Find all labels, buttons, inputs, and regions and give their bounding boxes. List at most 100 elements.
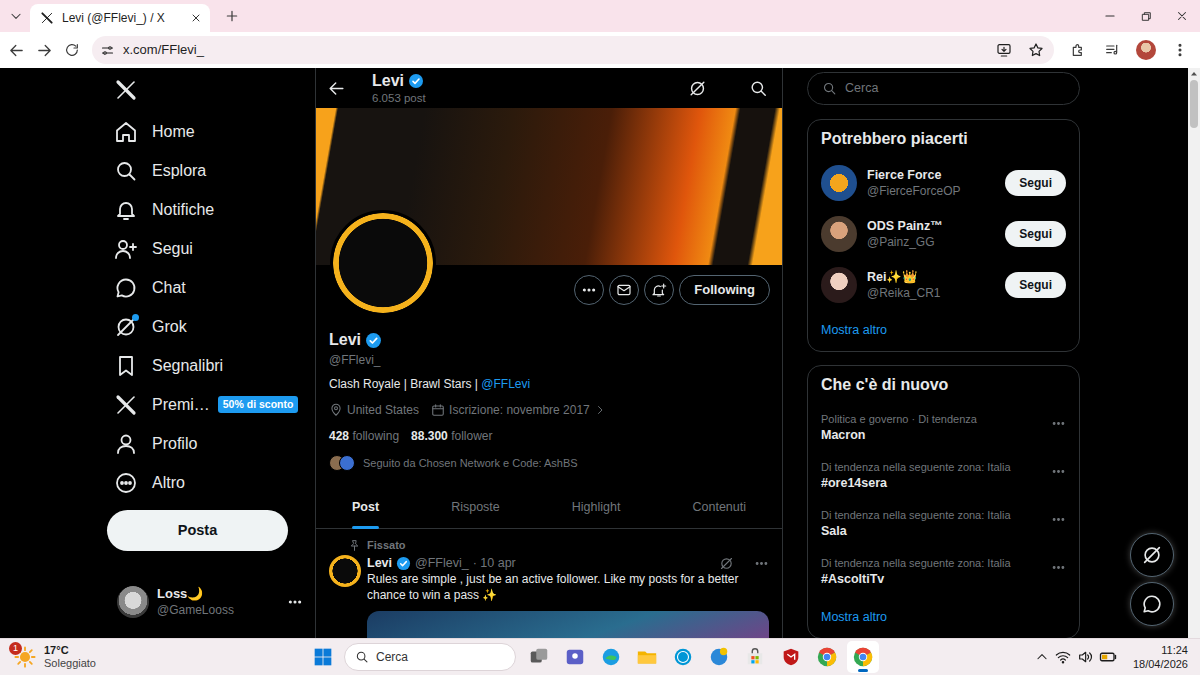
taskbar-search-input[interactable]	[376, 650, 505, 665]
taskbar-app[interactable]	[775, 641, 807, 673]
taskbar-app[interactable]	[667, 641, 699, 673]
extensions-icon[interactable]	[1064, 36, 1092, 64]
post-author[interactable]: Levi	[367, 555, 392, 571]
page-scrollbar[interactable]	[1188, 68, 1200, 638]
taskbar-app[interactable]	[559, 641, 591, 673]
nav-item[interactable]: Segui	[107, 229, 315, 268]
taskbar-app[interactable]	[595, 641, 627, 673]
user-name[interactable]: Rei✨👑	[867, 269, 995, 285]
more-dots-icon[interactable]	[1051, 464, 1066, 479]
forward-icon[interactable]	[30, 36, 58, 64]
back-arrow-icon[interactable]	[327, 79, 346, 98]
suggested-user[interactable]: Fierce Force@FierceForceOPSegui	[821, 157, 1066, 208]
more-dots-icon[interactable]	[754, 556, 769, 571]
nav-item[interactable]: Esplora	[107, 151, 315, 190]
nav-item[interactable]: Home	[107, 112, 315, 151]
grok-icon[interactable]	[1130, 533, 1174, 577]
more-dots-icon[interactable]	[1051, 512, 1066, 527]
search-box[interactable]	[807, 72, 1080, 105]
nav-item[interactable]: Altro	[107, 463, 315, 502]
browser-tab[interactable]: Levi (@FFlevi_) / X	[30, 4, 210, 32]
notify-bell-icon[interactable]	[644, 275, 674, 305]
taskbar-app[interactable]	[523, 641, 555, 673]
nav-item[interactable]: Profilo	[107, 424, 315, 463]
battery-icon[interactable]	[1099, 648, 1117, 666]
grok-icon[interactable]	[719, 556, 734, 571]
taskbar-app[interactable]	[631, 641, 663, 673]
follow-button[interactable]: Segui	[1005, 221, 1066, 247]
reload-icon[interactable]	[58, 36, 86, 64]
browser-menu-icon[interactable]	[1166, 36, 1194, 64]
profile-tab[interactable]: Post	[316, 486, 415, 529]
user-name[interactable]: ODS Painz™	[867, 218, 995, 234]
tab-search-icon[interactable]	[2, 2, 30, 30]
taskbar-app[interactable]	[739, 641, 771, 673]
taskbar-app[interactable]	[847, 641, 879, 673]
chat-bubble-icon[interactable]	[1130, 582, 1174, 626]
taskbar-app[interactable]	[811, 641, 843, 673]
nav-item[interactable]: Notifiche	[107, 190, 315, 229]
volume-icon[interactable]	[1077, 649, 1093, 665]
post-button[interactable]: Posta	[107, 510, 288, 551]
post-avatar[interactable]	[329, 555, 361, 587]
clock[interactable]: 11:24 18/04/2026	[1133, 643, 1188, 671]
minimize-icon[interactable]	[1092, 0, 1128, 32]
nav-item[interactable]: Premi…50% di sconto	[107, 385, 315, 424]
pinned-post[interactable]: Fissato Levi @FFlevi_ · 10 apr	[316, 529, 782, 638]
user-name[interactable]: Fierce Force	[867, 167, 995, 183]
restore-icon[interactable]	[1128, 0, 1164, 32]
site-info-icon[interactable]	[100, 43, 115, 58]
bio-link[interactable]: @FFLevi	[481, 377, 530, 391]
message-icon[interactable]	[609, 275, 639, 305]
bookmark-star-icon[interactable]	[1028, 42, 1044, 58]
show-more-link[interactable]: Mostra altro	[821, 600, 1066, 627]
followers-link[interactable]: 88.300 follower	[411, 428, 492, 444]
media-control-icon[interactable]	[1098, 36, 1126, 64]
suggested-user[interactable]: Rei✨👑@Reika_CR1Segui	[821, 259, 1066, 310]
taskbar-search[interactable]	[344, 643, 516, 671]
new-tab-icon[interactable]	[218, 2, 246, 30]
post-handle[interactable]: @FFlevi_	[415, 555, 469, 571]
close-tab-icon[interactable]	[190, 12, 202, 24]
follow-button[interactable]: Segui	[1005, 272, 1066, 298]
show-more-link[interactable]: Mostra altro	[821, 310, 1066, 340]
nav-item[interactable]: Segnalibri	[107, 346, 315, 385]
address-bar[interactable]: x.com/FFlevi_	[92, 36, 1054, 64]
join-date[interactable]: Iscrizione: novembre 2017	[449, 402, 590, 418]
profile-avatar[interactable]	[1132, 36, 1160, 64]
x-logo[interactable]	[107, 68, 315, 112]
tray-chevron-icon[interactable]	[1035, 650, 1049, 664]
post-image[interactable]	[367, 611, 769, 638]
wifi-icon[interactable]	[1055, 649, 1071, 665]
user-avatar[interactable]	[821, 216, 857, 252]
following-button[interactable]: Following	[679, 275, 770, 305]
nav-item[interactable]: Chat	[107, 268, 315, 307]
more-dots-icon[interactable]	[1051, 560, 1066, 575]
user-avatar[interactable]	[821, 165, 857, 201]
taskbar-app[interactable]	[703, 641, 735, 673]
profile-tab[interactable]: Highlight	[536, 486, 657, 529]
followed-by[interactable]: Seguito da Chosen Network e Code: AshBS	[329, 454, 769, 472]
trend-item[interactable]: Di tendenza nella seguente zona: ItaliaS…	[821, 504, 1066, 552]
more-dots-icon[interactable]	[1051, 416, 1066, 431]
more-dots-icon[interactable]	[287, 594, 303, 610]
search-input[interactable]	[845, 81, 1065, 97]
windows-start-icon[interactable]	[309, 641, 337, 673]
back-icon[interactable]	[2, 36, 30, 64]
trend-item[interactable]: Politica e governo · Di tendenzaMacron	[821, 408, 1066, 456]
suggested-user[interactable]: ODS Painz™@Painz_GGSegui	[821, 208, 1066, 259]
nav-item[interactable]: Grok	[107, 307, 315, 346]
post-time[interactable]: · 10 apr	[473, 555, 516, 571]
profile-tab[interactable]: Contenuti	[656, 486, 782, 529]
profile-tab[interactable]: Risposte	[415, 486, 536, 529]
profile-avatar[interactable]	[330, 210, 436, 316]
more-dots-icon[interactable]	[574, 275, 604, 305]
trend-item[interactable]: Di tendenza nella seguente zona: Italia#…	[821, 552, 1066, 600]
install-app-icon[interactable]	[996, 42, 1012, 58]
following-link[interactable]: 428 following	[329, 428, 399, 444]
x-logo-icon[interactable]	[114, 78, 138, 102]
user-avatar[interactable]	[821, 267, 857, 303]
follow-button[interactable]: Segui	[1005, 170, 1066, 196]
scroll-up-icon[interactable]	[1188, 68, 1200, 80]
chevron-right-icon[interactable]	[594, 404, 606, 416]
